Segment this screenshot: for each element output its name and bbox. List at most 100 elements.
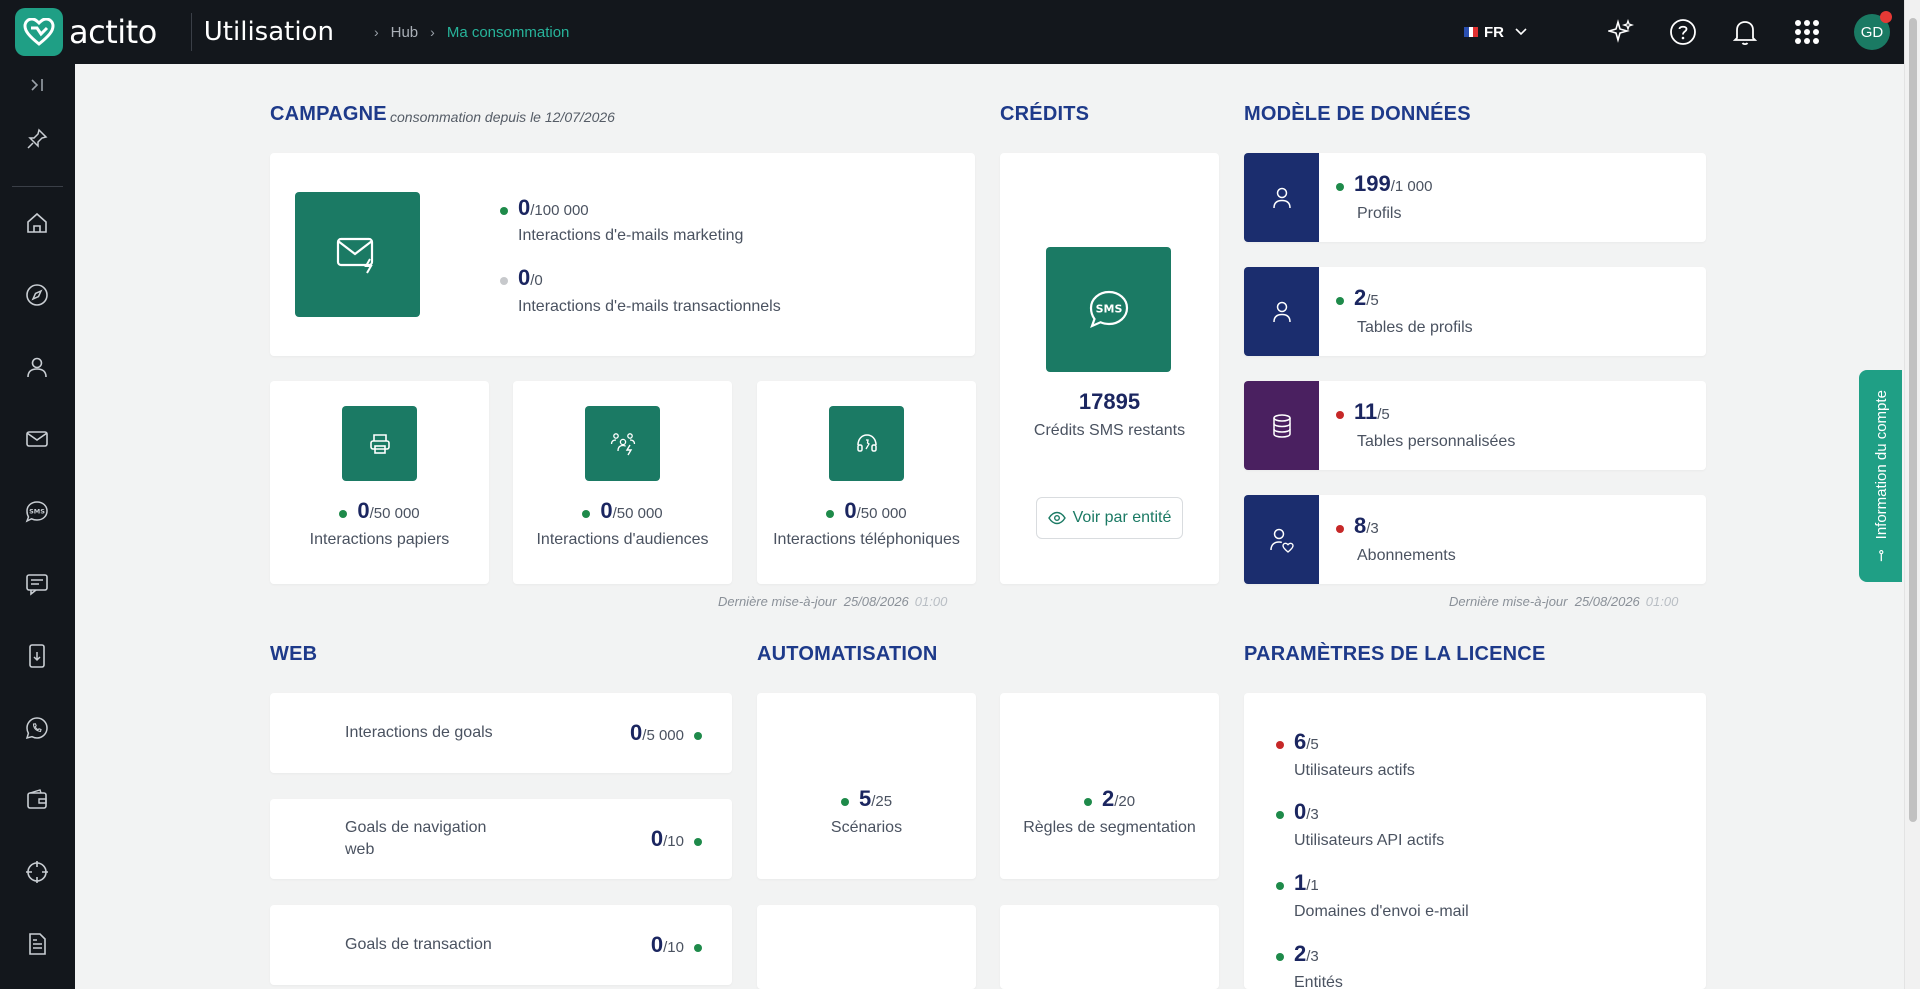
page-scrollbar[interactable] <box>1904 0 1920 989</box>
sms-credits-label: Crédits SMS restants <box>1033 422 1186 439</box>
status-dot <box>500 206 508 215</box>
last-update-label: Dernière mise-à-jour <box>1449 594 1568 609</box>
abonnements-metric: 8/3 <box>1336 513 1379 539</box>
metric-value: 0 <box>600 498 613 523</box>
metric-max: /50 000 <box>612 505 663 522</box>
scenarios-metric: 5/25 <box>757 786 976 812</box>
wallet-icon[interactable] <box>23 786 51 814</box>
metric-value: 0 <box>518 265 531 290</box>
document-icon[interactable] <box>23 930 51 958</box>
metric-value: 0 <box>630 720 643 745</box>
user-icon[interactable] <box>23 353 51 381</box>
divider <box>190 13 192 51</box>
last-update-time: 01:00 <box>914 594 948 609</box>
tables-personnalisees-card: 11/5 Tables personnalisées <box>1244 381 1706 470</box>
metric-value: 0 <box>650 932 664 957</box>
target-icon[interactable] <box>23 858 51 886</box>
whatsapp-icon[interactable] <box>23 714 51 742</box>
sms-icon: SMS <box>1046 247 1171 372</box>
france-flag-icon <box>1464 27 1479 37</box>
scrollbar-thumb[interactable] <box>1909 18 1917 822</box>
metric-max: /5 <box>1377 406 1390 423</box>
status-dot <box>339 509 348 518</box>
button-label: Voir par entité <box>1072 509 1172 526</box>
breadcrumb-current: Ma consommation <box>446 23 570 41</box>
chat-icon[interactable] <box>23 570 51 598</box>
automatisation-title: AUTOMATISATION <box>757 643 938 665</box>
data-model-last-update: Dernière mise-à-jour 25/08/2026 01:00 <box>1449 594 1678 609</box>
sms-icon[interactable]: SMS <box>23 498 51 526</box>
email-transactional-metric: 0/0 <box>500 265 543 291</box>
compass-icon[interactable] <box>23 281 51 309</box>
metric-value: 0 <box>357 498 370 523</box>
sms-credits-card: SMS 17895 Crédits SMS restants Voir par … <box>1000 153 1219 584</box>
avatar-initials: GD <box>1860 23 1884 41</box>
breadcrumb-hub[interactable]: Hub <box>391 24 419 41</box>
help-icon[interactable] <box>1668 17 1698 47</box>
notification-badge <box>1880 11 1892 23</box>
campagne-last-update: Dernière mise-à-jour 25/08/2026 01:00 <box>718 594 947 609</box>
data-model-title: MODÈLE DE DONNÉES <box>1244 103 1471 125</box>
metric-label: Utilisateurs API actifs <box>1294 832 1445 849</box>
web-transaction-metric: 0/10 <box>651 932 702 958</box>
web-navigation-metric: 0/10 <box>651 826 702 852</box>
sidebar: SMS <box>0 64 75 989</box>
view-by-entity-button[interactable]: Voir par entité <box>1036 497 1183 539</box>
chevron-down-icon <box>1515 28 1527 36</box>
metric-value: 0 <box>844 498 857 523</box>
licence-entities-metric: 2/3 <box>1276 941 1319 967</box>
language-selector[interactable]: FR <box>1464 24 1528 41</box>
metric-label: Interactions papiers <box>309 531 450 548</box>
user-icon <box>1244 153 1319 242</box>
metric-max: /50 000 <box>856 505 907 522</box>
metric-label: Abonnements <box>1357 547 1456 564</box>
metric-label: Utilisateurs actifs <box>1294 762 1415 779</box>
tables-profils-card: 2/5 Tables de profils <box>1244 267 1706 356</box>
metric-label: Règles de segmentation <box>1023 819 1196 836</box>
expand-sidebar-icon[interactable] <box>23 71 51 99</box>
database-icon <box>1244 381 1319 470</box>
metric-max: /10 <box>663 939 684 956</box>
metric-max: /10 <box>663 833 684 850</box>
licence-domains-metric: 1/1 <box>1276 870 1319 896</box>
email-marketing-metric: 0/100 000 <box>500 195 589 221</box>
home-icon[interactable] <box>23 209 51 237</box>
user-avatar[interactable]: GD <box>1854 11 1892 50</box>
svg-text:SMS: SMS <box>1095 302 1122 315</box>
metric-label: Goals de navigation web <box>345 819 487 858</box>
status-dot <box>1336 182 1344 191</box>
web-goals-card: Interactions de goals 0/5 000 <box>270 693 732 773</box>
bell-icon[interactable] <box>1730 17 1760 47</box>
metric-label: Profils <box>1357 205 1402 222</box>
metric-value: 2 <box>1354 285 1367 310</box>
telephoniques-card: 0/50 000 Interactions téléphoniques <box>757 381 976 584</box>
metric-value: 199 <box>1354 171 1391 196</box>
metric-value: 5 <box>858 786 872 811</box>
status-dot <box>1276 881 1284 890</box>
account-info-tab[interactable]: ⊸ Information du compte <box>1859 370 1902 582</box>
web-title: WEB <box>270 643 318 665</box>
segmentation-metric: 2/20 <box>1000 786 1219 812</box>
mail-icon[interactable] <box>23 425 51 453</box>
pin-icon[interactable] <box>23 125 51 153</box>
papiers-card: 0/50 000 Interactions papiers <box>270 381 489 584</box>
top-bar: actito Utilisation › Hub › Ma consommati… <box>0 0 1920 64</box>
user-icon <box>1244 267 1319 356</box>
email-interactions-card: 0/100 000 Interactions d'e-mails marketi… <box>270 153 975 356</box>
credits-title: CRÉDITS <box>1000 103 1090 125</box>
page-title: Utilisation <box>203 17 334 47</box>
metric-max: /5 000 <box>642 727 684 744</box>
metric-max: /3 <box>1366 520 1379 537</box>
abonnements-card: 8/3 Abonnements <box>1244 495 1706 584</box>
breadcrumb: › Hub › Ma consommation <box>362 24 569 41</box>
status-dot <box>1083 797 1092 806</box>
sparkle-ai-icon[interactable] <box>1606 17 1636 47</box>
mobile-push-icon[interactable] <box>23 642 51 670</box>
metric-value: 6 <box>1294 729 1307 754</box>
actito-logo[interactable]: actito <box>15 8 157 56</box>
audience-group-icon <box>585 406 660 481</box>
metric-max: /100 000 <box>530 202 589 219</box>
metric-value: 2 <box>1101 786 1115 811</box>
tables-profils-metric: 2/5 <box>1336 285 1379 311</box>
apps-grid-icon[interactable] <box>1792 17 1822 47</box>
